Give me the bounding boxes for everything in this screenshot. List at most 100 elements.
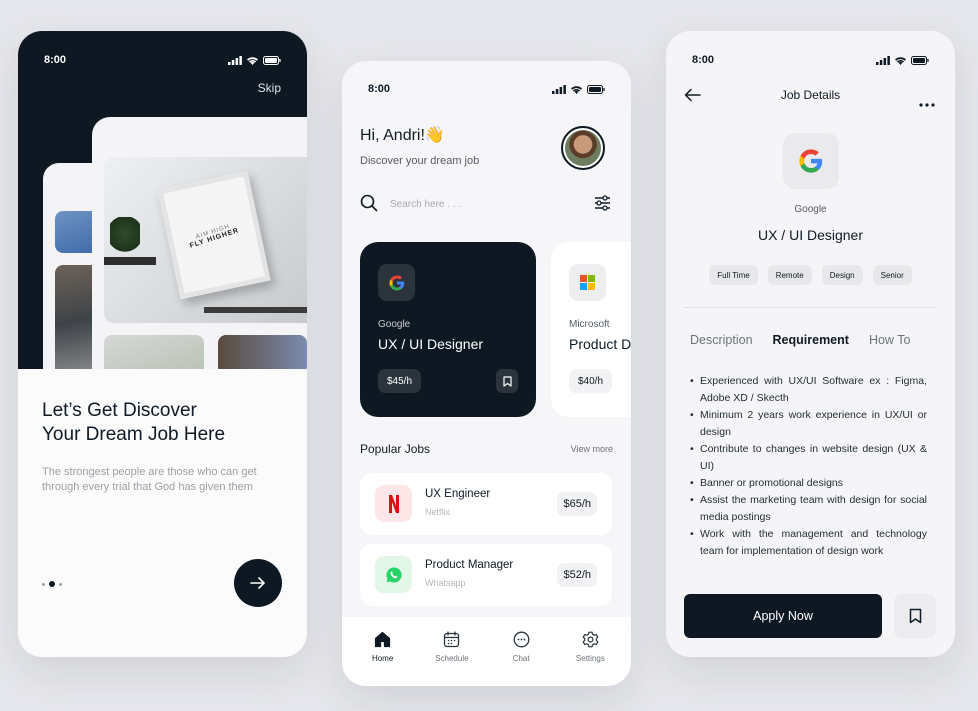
onboarding-headline: Let’s Get Discover Your Dream Job Here [42,399,272,447]
whatsapp-logo-icon [386,566,402,582]
battery-icon [587,84,605,94]
requirement-item: Assist the marketing team with design fo… [690,492,927,526]
list-item[interactable]: UX Engineer Netflix $65/h [360,473,612,535]
job-title: UX / UI Designer [757,227,864,243]
company-logo [783,133,839,189]
photo-shelf [204,307,307,313]
tab-chat[interactable]: Chat [491,617,551,686]
tab-label: Home [371,654,394,663]
onboarding-screen: 8:00 Skip AIM HIGH FLY HIGHER Let’s Get … [18,31,307,657]
skip-button[interactable]: Skip [258,81,281,95]
tab-settings[interactable]: Settings [560,617,620,686]
divider [684,307,936,308]
status-time: 8:00 [692,54,715,66]
job-details-screen: 8:00 Job Details Google UX / UI Designer… [666,31,955,657]
signal-icon [552,84,566,94]
google-logo-icon [389,275,404,290]
requirements-list: Experienced with UX/UI Software ex : Fig… [690,373,927,560]
requirement-item: Work with the management and technology … [690,526,927,560]
requirement-item: Experienced with UX/UI Software ex : Fig… [690,373,927,407]
company-logo [378,264,415,301]
requirement-item: Minimum 2 years work experience in UX/UI… [690,407,927,441]
list-rate: $65/h [557,492,597,516]
wifi-icon [247,56,258,65]
next-button[interactable] [234,559,282,607]
wifi-icon [895,56,906,65]
calendar-icon [444,631,460,648]
page-title: Job Details [780,88,841,102]
list-job-title: Product Manager [425,559,514,571]
photo-thumbnail [104,335,204,373]
more-options-icon[interactable] [919,94,935,112]
avatar[interactable] [561,126,605,170]
greeting-subtitle: Discover your dream job [360,155,480,167]
avatar-photo [565,130,601,166]
status-icons [552,84,605,94]
page-dot [59,582,62,586]
popular-jobs-heading: Popular Jobs [360,442,431,456]
company-logo [569,264,606,301]
job-company: Microsoft [569,319,610,330]
google-logo-icon [799,149,823,173]
arrow-right-icon [250,577,265,589]
list-company: Whatsapp [425,578,466,588]
gear-icon [582,631,599,648]
apply-now-button[interactable]: Apply Now [684,594,882,638]
requirement-item: Banner or promotional designs [690,475,927,492]
photo-plant [110,217,140,259]
tab-requirement[interactable]: Requirement [773,333,849,347]
search-icon[interactable] [360,194,378,217]
tab-description[interactable]: Description [690,333,753,347]
list-item[interactable]: Product Manager Whatsapp $52/h [360,544,612,606]
job-tag: Design [821,265,863,285]
battery-icon [263,55,281,65]
status-time: 8:00 [44,54,67,66]
detail-tabs: Description Requirement How To [690,333,910,347]
battery-icon [911,55,929,65]
filter-icon[interactable] [594,195,611,216]
job-tag: Remote [767,265,812,285]
home-screen: 8:00 Hi, Andri!👋 Discover your dream job… [342,61,631,686]
bookmark-icon [502,375,512,387]
job-tag: Senior [872,265,912,285]
photo-thumbnail [218,335,307,373]
onboarding-description: The strongest people are those who can g… [42,466,257,493]
tab-how-to[interactable]: How To [869,333,910,347]
signal-icon [228,55,242,65]
search-input[interactable]: Search here . . . [390,199,461,210]
job-company: Google [378,319,411,330]
job-tag: Full Time [709,265,758,285]
bookmark-icon [909,608,921,624]
list-company: Netflix [425,507,451,517]
list-rate: $52/h [557,563,597,587]
job-tags: Full Time Remote Design Senior [666,265,955,285]
bookmark-button[interactable] [894,594,936,638]
featured-job-card[interactable]: Google UX / UI Designer $45/h [360,242,536,417]
company-logo [375,485,412,522]
job-rate: $40/h [569,369,613,393]
view-more-link[interactable]: View more [571,444,613,454]
netflix-logo-icon [388,494,399,513]
headline-line-2: Your Dream Job Here [42,424,226,445]
job-rate: $45/h [378,369,422,393]
tab-home[interactable]: Home [353,617,413,686]
home-icon [375,631,391,648]
page-dot-active [49,581,55,587]
headline-line-1: Let’s Get Discover [42,400,197,421]
page-dot [42,582,45,586]
tab-schedule[interactable]: Schedule [422,617,482,686]
status-icons [228,55,281,65]
list-job-title: UX Engineer [425,488,491,500]
featured-job-card[interactable]: Microsoft Product Designer $40/h [551,242,631,417]
bookmark-button[interactable] [496,369,518,393]
status-time: 8:00 [368,83,391,95]
microsoft-logo-icon [580,275,595,290]
page-indicator [42,581,62,587]
status-bar: 8:00 [666,48,955,72]
signal-icon [876,55,890,65]
tab-label: Schedule [435,654,469,663]
status-icons [876,55,929,65]
bottom-tab-bar: Home Schedule Chat Settings [342,617,631,686]
company-logo [375,556,412,593]
gallery-card: AIM HIGH FLY HIGHER [92,117,307,373]
